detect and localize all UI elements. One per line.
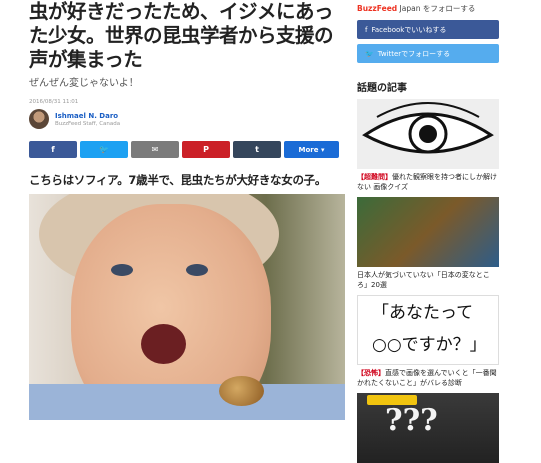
eye-illustration-icon: [362, 102, 494, 154]
thumb-question-marks[interactable]: ???: [357, 393, 499, 463]
hot-article-2[interactable]: 日本人が気づいていない「日本の変なところ」20選: [357, 270, 499, 290]
mail-icon: ✉: [151, 145, 159, 154]
share-pinterest-button[interactable]: P: [182, 141, 230, 158]
article-photo: [29, 194, 345, 420]
tumblr-icon: t: [255, 145, 259, 154]
author-meta: BuzzFeed Staff, Canada: [55, 120, 121, 127]
facebook-icon: f: [365, 25, 368, 34]
facebook-icon: f: [51, 145, 55, 154]
photo-caterpillar: [219, 376, 264, 406]
article-subtitle: ぜんぜん変じゃないよ！: [29, 78, 139, 89]
hot-articles-heading: 話題の記事: [357, 83, 407, 94]
follow-header[interactable]: BuzzFeed Japan をフォローする: [357, 3, 499, 14]
photo-shirt: [29, 384, 345, 420]
thumb-question-text: ???: [385, 403, 438, 438]
sidebar: BuzzFeed Japan をフォローする f Facebookでいいねする 🐦…: [357, 0, 499, 463]
buzzfeed-logo[interactable]: BuzzFeed: [357, 4, 397, 13]
photo-eye-right: [186, 264, 208, 276]
twitter-follow-label: Twitterでフォローする: [377, 49, 451, 58]
twitter-icon: 🐦: [99, 145, 109, 154]
pinterest-icon: P: [203, 145, 209, 154]
article-title: 虫が好きだったため、イジメにあった少女。世界の昆虫学者から支援の声が集まった: [29, 0, 334, 71]
thumb-japan-goods[interactable]: [357, 197, 499, 267]
hot-article-3[interactable]: 【恐怖】直感で画像を選んでいくと「一番聞かれたくないこと」がバレる診断: [357, 368, 499, 388]
article-date: 2016/08/31 11:01: [29, 99, 79, 105]
photo-caption: こちらはソフィア。7歳半で、昆虫たちが大好きな女の子。: [29, 173, 327, 187]
article-main: 虫が好きだったため、イジメにあった少女。世界の昆虫学者から支援の声が集まった ぜ…: [29, 0, 345, 420]
hot-article-1[interactable]: 【超難問】優れた観察眼を持つ者にしか解けない 画像クイズ: [357, 172, 499, 192]
share-bar: f 🐦 ✉ P t More ▾: [29, 141, 345, 158]
photo-eye-left: [111, 264, 133, 276]
article-tag: 【恐怖】: [357, 369, 385, 377]
share-mail-button[interactable]: ✉: [131, 141, 179, 158]
share-more-button[interactable]: More ▾: [284, 141, 339, 158]
photo-mouth: [141, 324, 186, 364]
share-twitter-button[interactable]: 🐦: [80, 141, 128, 158]
twitter-icon: 🐦: [365, 49, 374, 58]
follow-text: Japan をフォローする: [397, 4, 476, 13]
share-tumblr-button[interactable]: t: [233, 141, 281, 158]
facebook-like-button[interactable]: f Facebookでいいねする: [357, 20, 499, 39]
thumb-quote-line1: 「あなたって: [372, 303, 474, 323]
twitter-follow-button[interactable]: 🐦 Twitterでフォローする: [357, 44, 499, 63]
thumb-quote-line2: ○○ですか？」: [372, 335, 487, 355]
article-text: 日本人が気づいていない「日本の変なところ」20選: [357, 271, 490, 289]
avatar[interactable]: [29, 109, 49, 129]
thumb-quiz-text[interactable]: 「あなたって ○○ですか？」: [357, 295, 499, 365]
thumb-eye-illustration[interactable]: [357, 99, 499, 169]
author-block[interactable]: Ishmael N. Daro BuzzFeed Staff, Canada: [29, 109, 345, 129]
article-tag: 【超難問】: [357, 173, 392, 181]
facebook-like-label: Facebookでいいねする: [371, 25, 447, 34]
author-name[interactable]: Ishmael N. Daro: [55, 112, 120, 120]
share-facebook-button[interactable]: f: [29, 141, 77, 158]
